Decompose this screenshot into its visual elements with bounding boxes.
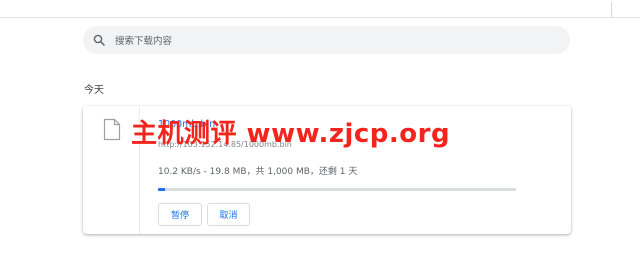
download-status-text: 10.2 KB/s - 19.8 MB，共 1,000 MB，还剩 1 天	[158, 167, 358, 177]
top-toolbar-border	[0, 0, 640, 18]
toolbar-divider	[0, 17, 640, 18]
file-icon	[103, 118, 121, 141]
download-progress-bar	[158, 188, 516, 191]
site-watermark: 主机测评 www.zjcp.org	[131, 119, 451, 149]
search-input[interactable]: 搜索下载内容	[115, 33, 172, 47]
date-section-header: 今天	[84, 85, 104, 96]
search-icon	[93, 34, 105, 46]
pause-button[interactable]: 暂停	[158, 203, 202, 226]
search-bar[interactable]: 搜索下载内容	[83, 26, 570, 54]
cancel-button[interactable]: 取消	[207, 203, 250, 226]
download-progress-fill	[158, 188, 165, 191]
toolbar-edge	[611, 2, 612, 17]
